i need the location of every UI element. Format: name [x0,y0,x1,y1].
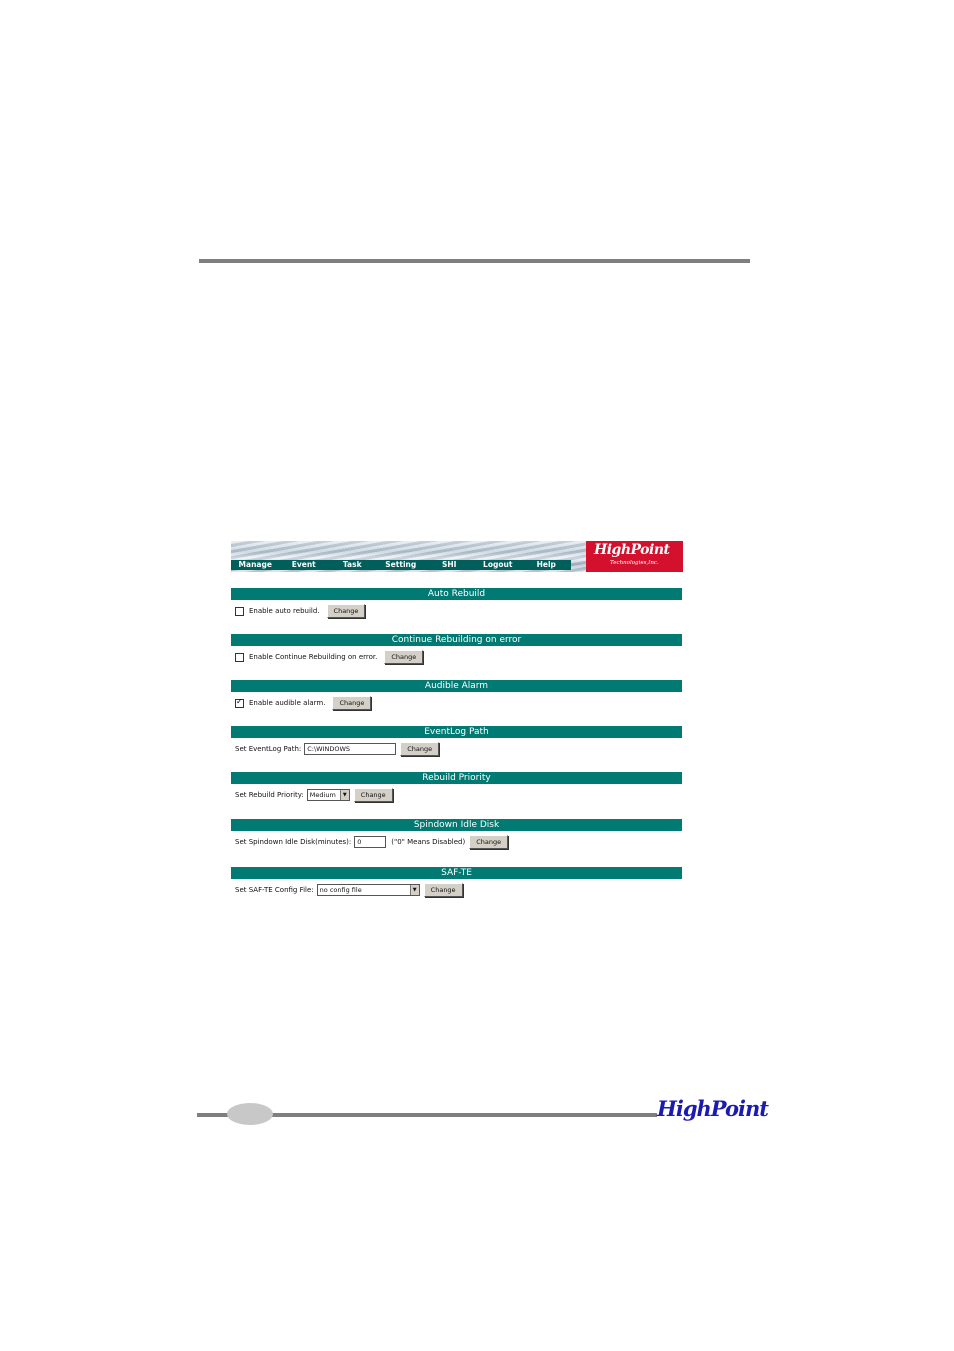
chevron-down-icon[interactable]: ▼ [409,885,419,895]
web-manager-window: Manage Event Task Setting SHI Logout Hel… [231,541,683,901]
top-rule [199,259,750,263]
page-number-oval [227,1103,273,1125]
header-banner: Manage Event Task Setting SHI Logout Hel… [231,541,683,572]
continue-rebuilding-row: Enable Continue Rebuilding on error. Cha… [231,649,682,665]
safte-config-select[interactable]: no config file ▼ [316,884,420,896]
section-title: Auto Rebuild [231,588,682,600]
rebuild-priority-select[interactable]: Medium ▼ [306,789,350,801]
safte-label: Set SAF-TE Config File: [235,886,314,894]
nav-item-help[interactable]: Help [522,560,571,570]
audible-alarm-label: Enable audible alarm. [249,699,326,707]
rebuild-priority-change-button[interactable]: Change [353,788,393,802]
section-title: Audible Alarm [231,680,682,692]
spindown-input[interactable]: 0 [354,836,387,848]
footer-highpoint-logo: HighPoint [657,1096,769,1121]
nav-item-setting[interactable]: Setting [377,560,426,570]
audible-alarm-change-button[interactable]: Change [332,696,372,710]
nav-item-event[interactable]: Event [280,560,329,570]
nav-bar: Manage Event Task Setting SHI Logout Hel… [231,560,571,570]
section-continue-rebuilding: Continue Rebuilding on error Enable Cont… [231,634,682,665]
section-saf-te: SAF-TE Set SAF-TE Config File: no config… [231,867,682,898]
nav-item-shi[interactable]: SHI [425,560,474,570]
auto-rebuild-checkbox[interactable] [235,606,244,616]
section-title: Spindown Idle Disk [231,819,682,831]
section-title: Continue Rebuilding on error [231,634,682,646]
eventlog-path-label: Set EventLog Path: [235,745,302,753]
logo-subtitle: Technologies,Inc. [610,560,659,566]
safte-row: Set SAF-TE Config File: no config file ▼… [231,882,682,898]
section-auto-rebuild: Auto Rebuild Enable auto rebuild. Change [231,588,682,619]
logo-brand: HighPoint [594,542,670,558]
continue-rebuilding-change-button[interactable]: Change [384,650,424,664]
nav-item-logout[interactable]: Logout [474,560,523,570]
chevron-down-icon[interactable]: ▼ [339,790,349,800]
spindown-change-button[interactable]: Change [469,835,509,849]
spindown-row: Set Spindown Idle Disk(minutes): 0 ("0" … [231,834,682,850]
safte-change-button[interactable]: Change [423,883,463,897]
rebuild-priority-row: Set Rebuild Priority: Medium ▼ Change [231,787,682,803]
section-audible-alarm: Audible Alarm Enable audible alarm. Chan… [231,680,682,711]
auto-rebuild-row: Enable auto rebuild. Change [231,603,682,619]
spindown-note: ("0" Means Disabled) [391,838,466,846]
section-rebuild-priority: Rebuild Priority Set Rebuild Priority: M… [231,772,682,803]
audible-alarm-row: Enable audible alarm. Change [231,695,682,711]
section-eventlog-path: EventLog Path Set EventLog Path: C:\WIND… [231,726,682,757]
highpoint-logo: HighPoint Technologies,Inc. [586,541,683,572]
section-title: Rebuild Priority [231,772,682,784]
nav-item-task[interactable]: Task [328,560,377,570]
section-title: SAF-TE [231,867,682,879]
continue-rebuilding-label: Enable Continue Rebuilding on error. [249,653,378,661]
section-spindown-idle-disk: Spindown Idle Disk Set Spindown Idle Dis… [231,819,682,850]
safte-config-value: no config file [319,886,362,894]
auto-rebuild-change-button[interactable]: Change [326,604,366,618]
eventlog-path-row: Set EventLog Path: C:\WINDOWS Change [231,741,682,757]
audible-alarm-checkbox[interactable] [235,697,244,708]
section-title: EventLog Path [231,726,682,738]
eventlog-path-input[interactable]: C:\WINDOWS [304,743,397,755]
continue-rebuilding-checkbox[interactable] [235,652,244,662]
spindown-label: Set Spindown Idle Disk(minutes): [235,838,352,846]
nav-item-manage[interactable]: Manage [231,560,280,570]
rebuild-priority-value: Medium [309,791,336,799]
rebuild-priority-label: Set Rebuild Priority: [235,791,304,799]
auto-rebuild-label: Enable auto rebuild. [249,607,320,615]
eventlog-path-change-button[interactable]: Change [400,742,440,756]
